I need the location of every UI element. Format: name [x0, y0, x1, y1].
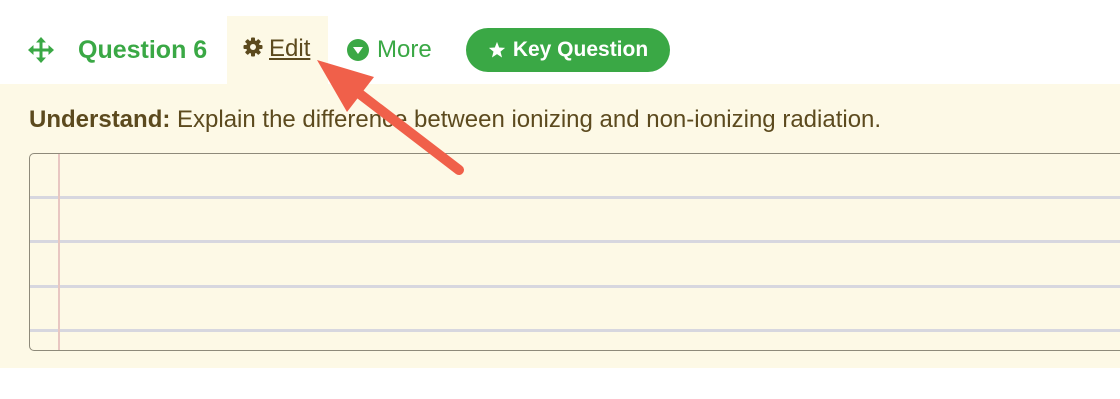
notepad-rule-line: [30, 285, 1120, 288]
edit-button[interactable]: Edit: [227, 16, 328, 84]
edit-label: Edit: [269, 35, 311, 62]
gear-icon: [243, 37, 263, 57]
notepad-rule-line: [30, 329, 1120, 332]
question-toolbar: Question 6 Edit More Key Question: [0, 0, 1120, 84]
question-prompt: Understand: Explain the difference betwe…: [29, 104, 881, 136]
answer-textarea[interactable]: [29, 153, 1120, 351]
move-arrows-icon[interactable]: [28, 37, 54, 63]
notepad-margin-line: [58, 154, 60, 350]
star-icon: [488, 41, 505, 58]
key-question-button[interactable]: Key Question: [466, 28, 670, 72]
question-panel: Understand: Explain the difference betwe…: [0, 84, 1120, 368]
notepad-rule-line: [30, 196, 1120, 199]
question-title: Question 6: [78, 36, 208, 64]
bloom-level-label: Understand:: [29, 106, 171, 133]
more-menu-button[interactable]: More: [347, 33, 432, 67]
key-question-label: Key Question: [512, 38, 649, 61]
chevron-down-circle-icon: [347, 39, 369, 61]
notepad-rule-line: [30, 240, 1120, 243]
more-label: More: [377, 36, 432, 63]
question-text: Explain the difference between ionizing …: [170, 106, 882, 133]
